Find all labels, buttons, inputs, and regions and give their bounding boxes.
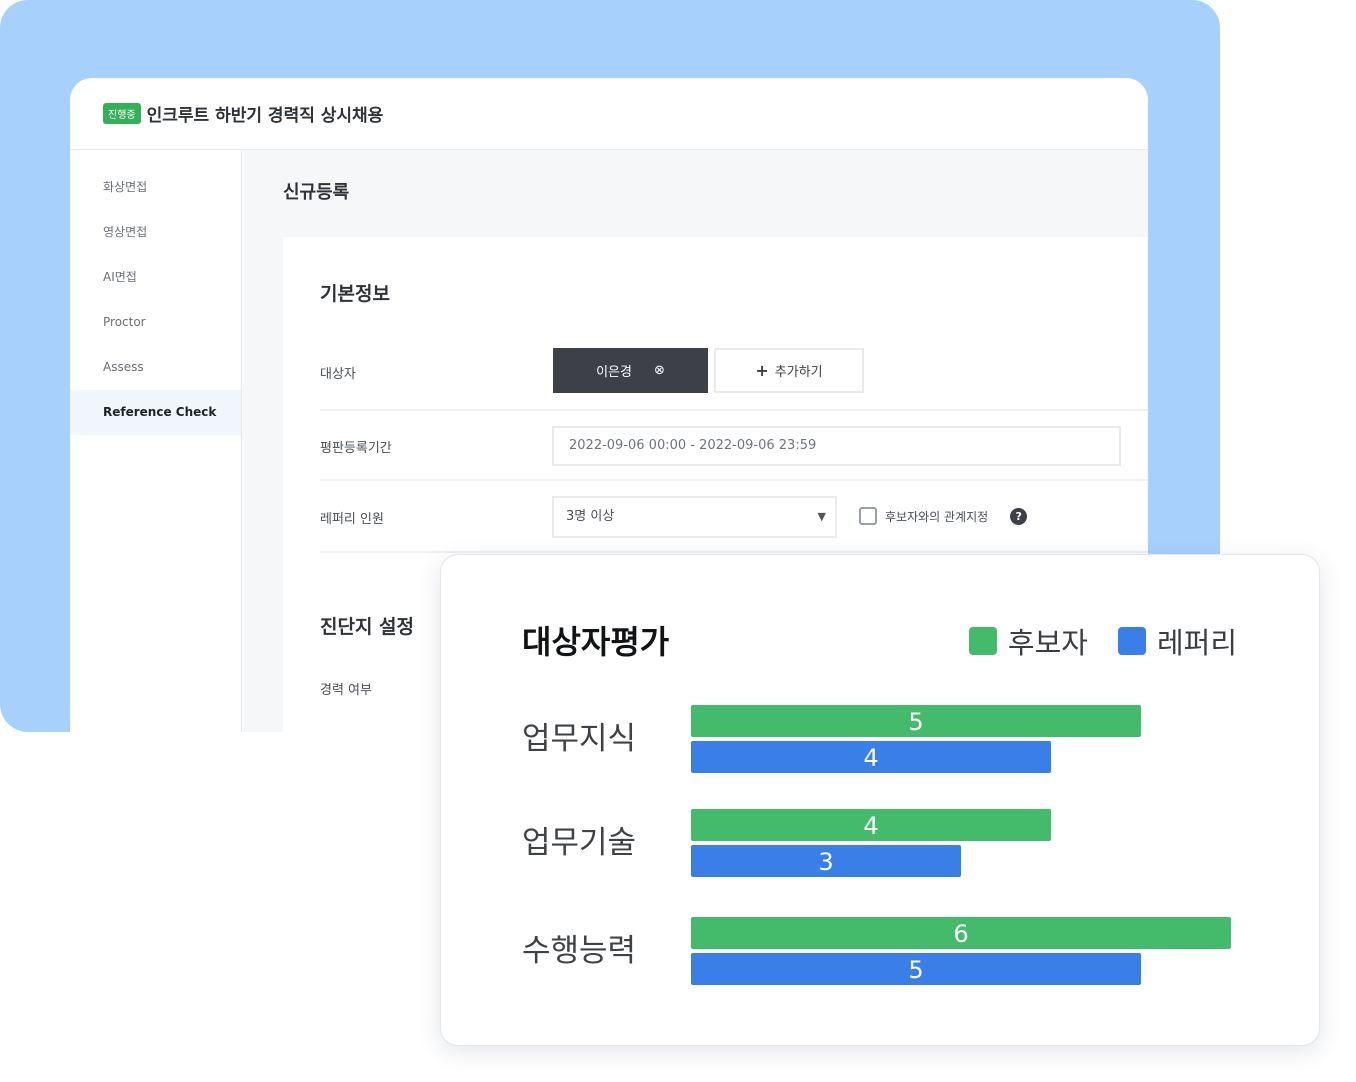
sidebar-item-proctor[interactable]: Proctor — [70, 300, 241, 345]
remove-icon[interactable]: ⊗ — [654, 363, 665, 378]
add-target-label: 추가하기 — [774, 365, 823, 380]
target-label: 대상자 — [320, 367, 356, 382]
status-badge: 진행중 — [103, 103, 141, 124]
page-title: 신규등록 — [283, 182, 350, 203]
basic-info-title: 기본정보 — [320, 283, 390, 305]
divider — [320, 551, 1148, 553]
evaluation-card: 대상자평가 후보자 레퍼리 업무지식 5 4 업무기술 4 3 수행능력 6 5 — [440, 554, 1320, 1046]
sidebar-item-video-interview[interactable]: 화상면접 — [70, 165, 241, 210]
referee-count-value: 3명 이상 — [566, 509, 615, 524]
bar-value-label: 5 — [908, 708, 923, 736]
divider — [320, 409, 1148, 411]
help-icon[interactable]: ? — [1010, 507, 1028, 525]
career-label: 경력 여부 — [320, 683, 372, 698]
target-person-name: 이은경 — [596, 365, 632, 380]
category-label: 업무기술 — [522, 825, 636, 861]
period-date-input[interactable]: 2022-09-06 00:00 - 2022-09-06 23:59 — [552, 426, 1121, 466]
divider — [320, 479, 1148, 481]
stage: 진행중 인크루트 하반기 경력직 상시채용 화상면접 영상면접 AI면접 Pro… — [0, 0, 1356, 1082]
relation-checkbox-label: 후보자와의 관계지정 — [885, 509, 989, 524]
sidebar-item-ai-interview[interactable]: AI면접 — [70, 255, 241, 300]
sidebar-item-assess[interactable]: Assess — [70, 345, 241, 390]
bar-value-label: 5 — [908, 956, 923, 984]
target-person-chip[interactable]: 이은경 ⊗ — [553, 348, 708, 393]
relation-option: 후보자와의 관계지정 ? — [859, 507, 1028, 525]
referee-count-select[interactable]: 3명 이상 ▼ — [552, 496, 837, 538]
chevron-down-icon: ▼ — [817, 510, 826, 523]
plus-icon: + — [755, 361, 769, 380]
relation-checkbox[interactable] — [859, 507, 877, 525]
sidebar: 화상면접 영상면접 AI면접 Proctor Assess Reference … — [70, 150, 242, 732]
category-label: 수행능력 — [522, 933, 636, 969]
app-title: 인크루트 하반기 경력직 상시채용 — [146, 106, 384, 126]
sidebar-item-recorded-interview[interactable]: 영상면접 — [70, 210, 241, 255]
bar-value-label: 3 — [818, 848, 833, 876]
period-label: 평판등록기간 — [320, 441, 392, 456]
app-header: 진행중 인크루트 하반기 경력직 상시채용 — [70, 78, 1148, 150]
bar-value-label: 4 — [863, 744, 878, 772]
bar-value-label: 4 — [863, 812, 878, 840]
add-target-button[interactable]: + 추가하기 — [714, 348, 864, 393]
sidebar-item-reference-check[interactable]: Reference Check — [70, 390, 241, 435]
category-label: 업무지식 — [522, 721, 636, 757]
referee-count-label: 레퍼리 인원 — [320, 512, 384, 527]
diagnosis-title: 진단지 설정 — [320, 616, 415, 638]
evaluation-bar-chart: 업무지식 5 4 업무기술 4 3 수행능력 6 5 — [522, 705, 1231, 985]
bar-value-label: 6 — [953, 920, 968, 948]
